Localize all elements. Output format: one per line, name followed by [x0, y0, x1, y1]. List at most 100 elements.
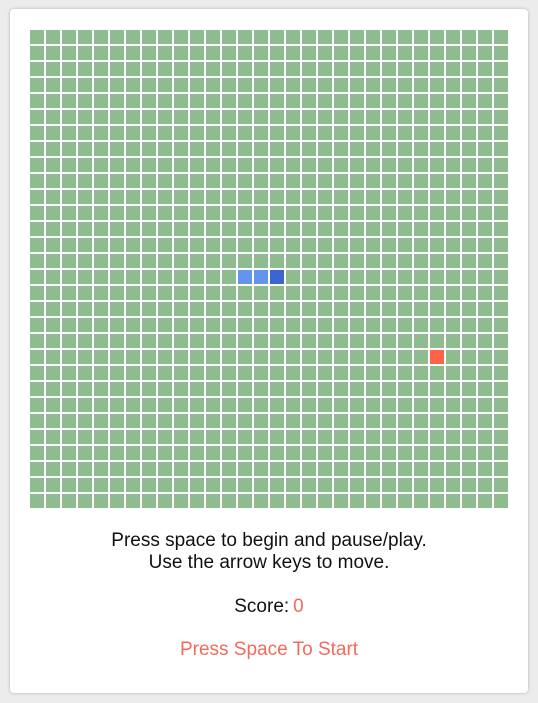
grid-cell [270, 142, 286, 158]
grid-cell [222, 286, 238, 302]
grid-cell [206, 286, 222, 302]
grid-cell [414, 270, 430, 286]
grid-cell [462, 126, 478, 142]
grid-cell [382, 190, 398, 206]
grid-cell [190, 238, 206, 254]
grid-cell [110, 350, 126, 366]
grid-cell [382, 462, 398, 478]
grid-cell [94, 126, 110, 142]
grid-cell [30, 78, 46, 94]
grid-cell [126, 158, 142, 174]
grid-cell [126, 142, 142, 158]
game-board[interactable] [30, 30, 510, 510]
grid-cell [62, 334, 78, 350]
grid-cell [206, 190, 222, 206]
grid-cell [382, 238, 398, 254]
grid-cell [270, 222, 286, 238]
grid-cell [126, 318, 142, 334]
grid-cell [270, 78, 286, 94]
grid-cell [286, 174, 302, 190]
instructions: Press space to begin and pause/play. Use… [10, 530, 528, 574]
grid-cell [398, 414, 414, 430]
grid-cell [318, 30, 334, 46]
grid-cell [430, 318, 446, 334]
grid-cell [286, 30, 302, 46]
grid-cell [62, 126, 78, 142]
grid-cell [366, 334, 382, 350]
grid-cell [174, 302, 190, 318]
grid-cell [494, 110, 510, 126]
grid-cell [62, 62, 78, 78]
grid-cell [78, 30, 94, 46]
grid-cell [158, 238, 174, 254]
grid-cell [190, 318, 206, 334]
grid-cell [78, 126, 94, 142]
grid-cell [222, 382, 238, 398]
grid-cell [302, 190, 318, 206]
grid-cell [270, 110, 286, 126]
grid-cell [494, 334, 510, 350]
grid-cell [446, 254, 462, 270]
grid-cell [142, 62, 158, 78]
grid-cell [62, 398, 78, 414]
grid-cell [206, 30, 222, 46]
grid-cell [286, 350, 302, 366]
grid-cell [190, 62, 206, 78]
grid-cell [478, 446, 494, 462]
grid-cell [206, 302, 222, 318]
grid-cell [414, 158, 430, 174]
grid-cell [478, 190, 494, 206]
grid-cell [382, 158, 398, 174]
score-display: Score: 0 [10, 596, 528, 618]
grid-cell [366, 206, 382, 222]
grid-cell [174, 286, 190, 302]
grid-cell [94, 94, 110, 110]
grid-cell [222, 302, 238, 318]
start-prompt[interactable]: Press Space To Start [10, 639, 528, 661]
grid-cell [142, 190, 158, 206]
grid-cell [206, 62, 222, 78]
grid-cell [206, 174, 222, 190]
grid-cell [126, 110, 142, 126]
grid-cell [174, 350, 190, 366]
grid-cell [286, 222, 302, 238]
grid-cell [126, 94, 142, 110]
grid-cell [174, 126, 190, 142]
grid-cell [78, 238, 94, 254]
grid-cell [78, 382, 94, 398]
grid-cell [446, 174, 462, 190]
grid-cell [94, 478, 110, 494]
grid-cell [478, 254, 494, 270]
grid-cell [478, 158, 494, 174]
grid-cell [350, 222, 366, 238]
grid-cell [110, 478, 126, 494]
grid-cell [478, 494, 494, 510]
grid-cell [190, 190, 206, 206]
grid-cell [302, 430, 318, 446]
grid-cell [238, 126, 254, 142]
grid-cell [398, 206, 414, 222]
grid-cell [30, 270, 46, 286]
grid-cell [190, 126, 206, 142]
grid-cell [222, 158, 238, 174]
grid-cell [494, 94, 510, 110]
grid-cell [350, 366, 366, 382]
grid-cell [46, 334, 62, 350]
grid-cell [206, 238, 222, 254]
grid-cell [94, 414, 110, 430]
grid-cell [318, 366, 334, 382]
score-value: 0 [293, 596, 304, 617]
grid-cell [366, 158, 382, 174]
grid-cell [430, 446, 446, 462]
grid-cell [110, 334, 126, 350]
grid-cell [366, 142, 382, 158]
grid-cell [78, 174, 94, 190]
grid-cell [430, 222, 446, 238]
grid-cell [494, 190, 510, 206]
grid-cell [478, 78, 494, 94]
grid-cell [110, 494, 126, 510]
grid-cell [462, 414, 478, 430]
grid-cell [62, 110, 78, 126]
grid-cell [478, 318, 494, 334]
grid-cell [142, 30, 158, 46]
